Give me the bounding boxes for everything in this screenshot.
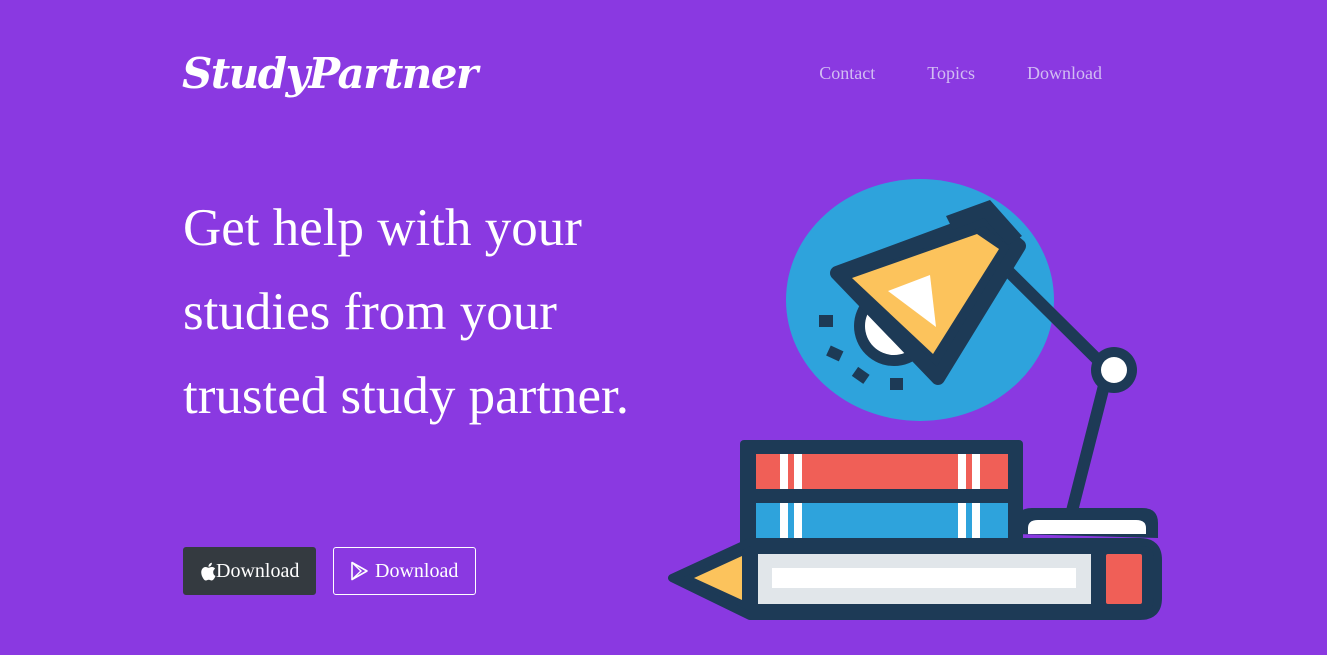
hero-headline: Get help with your studies from your tru… (183, 199, 629, 425)
nav-link-topics[interactable]: Topics (927, 60, 975, 86)
study-lamp-illustration (668, 178, 1162, 627)
pencil (668, 538, 1162, 620)
nav-link-download[interactable]: Download (1027, 60, 1102, 86)
google-play-icon (350, 561, 369, 581)
book-stack (740, 440, 1023, 552)
lamp-base (1016, 508, 1158, 538)
google-play-download-button[interactable]: Download (333, 547, 476, 595)
app-store-download-label: Download (216, 559, 300, 582)
app-store-download-button[interactable]: Download (183, 547, 316, 595)
main-nav: Contact Topics Download (819, 60, 1102, 86)
google-play-download-label: Download (375, 559, 459, 582)
brand-logo[interactable]: StudyPartner (182, 44, 478, 104)
apple-icon (200, 562, 216, 581)
nav-link-contact[interactable]: Contact (819, 60, 875, 86)
